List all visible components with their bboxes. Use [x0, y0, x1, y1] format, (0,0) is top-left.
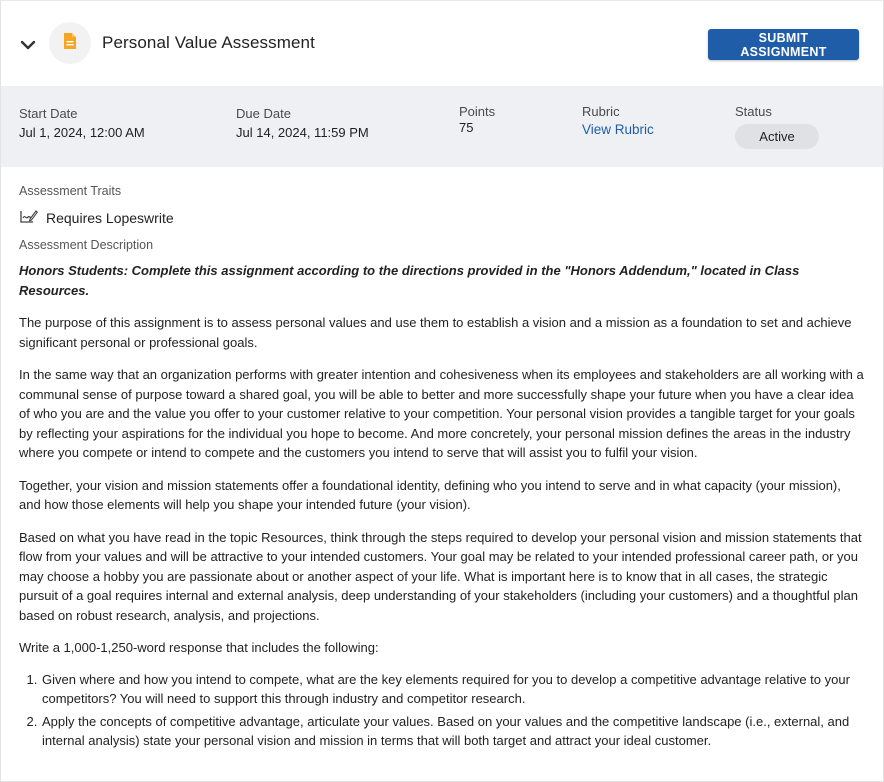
chevron-down-icon[interactable] — [18, 35, 38, 55]
description-paragraph: Based on what you have read in the topic… — [19, 529, 862, 623]
due-date-value: Jul 14, 2024, 11:59 PM — [236, 125, 369, 140]
page-title: Personal Value Assessment — [102, 33, 315, 52]
rubric: Rubric View Rubric — [582, 104, 654, 137]
due-date-label: Due Date — [236, 106, 291, 121]
assignment-header: Personal Value Assessment SUBMIT ASSIGNM… — [1, 0, 883, 86]
signature-icon — [19, 208, 39, 229]
status: Status Active — [735, 104, 819, 149]
assignment-body: Assessment Traits Requires Lopeswrite As… — [1, 167, 883, 751]
start-date: Start Date Jul 1, 2024, 12:00 AM — [19, 106, 145, 140]
description-paragraph: The purpose of this assignment is to ass… — [19, 315, 852, 350]
assignment-meta: Start Date Jul 1, 2024, 12:00 AM Due Dat… — [1, 86, 883, 167]
points: Points 75 — [459, 104, 495, 135]
trait-item: Requires Lopeswrite — [19, 209, 865, 227]
honors-note: Honors Students: Complete this assignmen… — [19, 263, 800, 298]
description-paragraph: Together, your vision and mission statem… — [19, 477, 841, 513]
trait-label: Requires Lopeswrite — [46, 210, 174, 226]
due-date: Due Date Jul 14, 2024, 11:59 PM — [236, 106, 369, 140]
points-value: 75 — [459, 120, 474, 135]
status-label: Status — [735, 104, 772, 119]
start-date-value: Jul 1, 2024, 12:00 AM — [19, 125, 145, 140]
rubric-label: Rubric — [582, 104, 620, 119]
points-label: Points — [459, 104, 496, 119]
assignment-panel: Personal Value Assessment SUBMIT ASSIGNM… — [0, 0, 884, 782]
view-rubric-link[interactable]: View Rubric — [582, 122, 654, 137]
list-item: Apply the concepts of competitive advant… — [41, 712, 865, 751]
description-paragraph: Write a 1,000-1,250-word response that i… — [19, 640, 379, 655]
assessment-description-label: Assessment Description — [19, 238, 154, 252]
document-icon — [63, 32, 77, 55]
requirements-list: Given where and how you intend to compet… — [19, 670, 865, 751]
status-badge: Active — [735, 124, 819, 149]
start-date-label: Start Date — [19, 106, 78, 121]
assignment-type-badge — [49, 22, 91, 64]
assessment-traits-label: Assessment Traits — [19, 184, 122, 198]
list-item: Given where and how you intend to compet… — [41, 670, 865, 709]
submit-assignment-button[interactable]: SUBMIT ASSIGNMENT — [708, 29, 859, 60]
description-paragraph: In the same way that an organization per… — [19, 367, 864, 460]
